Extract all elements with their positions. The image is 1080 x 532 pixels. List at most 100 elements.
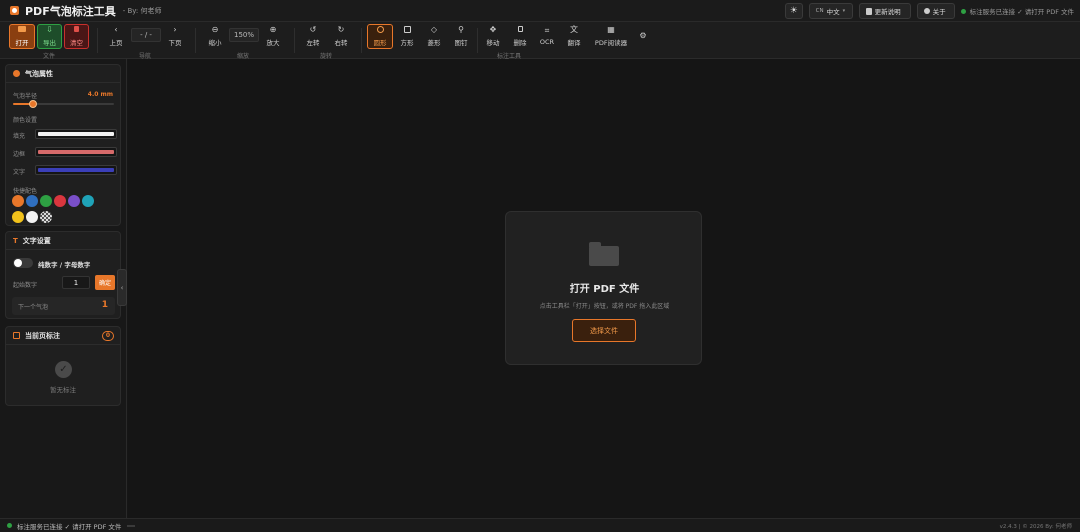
update-notes-button[interactable]: 更新说明 <box>858 3 911 19</box>
swatch-yellow[interactable] <box>12 211 24 223</box>
theme-toggle-button[interactable]: ☀ <box>784 3 803 19</box>
chevron-left-icon: ‹ <box>114 25 118 34</box>
next-bubble-label: 下一个气泡 <box>18 304 49 311</box>
check-circle-icon: ✓ <box>55 361 72 378</box>
page-indicator[interactable]: - / - <box>131 28 161 42</box>
choose-file-button[interactable]: 选择文件 <box>572 319 636 342</box>
sidebar: 气泡属性 气泡半径 4.0 mm 颜色设置 填充 边框 文字 快捷配色 T 文字… <box>0 59 127 518</box>
status-dot <box>960 8 966 14</box>
swatch-purple[interactable] <box>68 195 80 207</box>
swatch-green[interactable] <box>40 195 52 207</box>
current-annotations-title: 当前页标注 <box>25 331 60 340</box>
fill-color-swatch <box>38 132 114 136</box>
next-bubble-row: 下一个气泡 1 <box>12 297 115 315</box>
color-section-label: 颜色设置 <box>13 117 38 124</box>
square-tool-label: 方形 <box>400 39 414 47</box>
next-page-button[interactable]: › 下页 <box>162 24 188 49</box>
number-mode-label: 纯数字 / 字母数字 <box>38 261 91 269</box>
number-mode-toggle[interactable] <box>13 258 33 268</box>
annotation-count-badge: 0 <box>102 331 114 341</box>
app-logo-icon <box>10 6 19 15</box>
rotate-right-button[interactable]: ↻ 右转 <box>328 24 354 49</box>
sun-icon: ☀ <box>789 6 798 16</box>
swatch-transparent[interactable] <box>40 211 52 223</box>
rotate-left-button[interactable]: ↺ 左转 <box>300 24 326 49</box>
sidebar-collapse-handle[interactable]: ‹ <box>117 269 127 306</box>
settings-button[interactable]: ⚙ <box>635 24 651 49</box>
open-button[interactable]: 打开 <box>9 24 35 49</box>
start-number-input[interactable]: 1 <box>62 276 90 289</box>
fill-color-picker[interactable] <box>35 129 117 139</box>
language-flag: CN <box>815 8 824 14</box>
about-label: 关于 <box>932 8 946 16</box>
trash-icon <box>74 26 79 35</box>
text-color-label: 文字 <box>13 169 26 176</box>
ocr-tool-button[interactable]: ⌗ OCR <box>535 24 559 49</box>
zoom-in-button[interactable]: ⊕ 放大 <box>260 24 286 49</box>
update-notes-label: 更新说明 <box>874 8 901 16</box>
zoom-out-button[interactable]: ⊖ 缩小 <box>202 24 228 49</box>
circle-tool-label: 圆形 <box>373 39 387 47</box>
swatch-teal[interactable] <box>82 195 94 207</box>
clear-button[interactable]: 清空 <box>64 24 89 49</box>
swatch-orange[interactable] <box>12 195 24 207</box>
document-icon <box>865 7 872 15</box>
version-text: v2.4.3 | © 2026 By: 何老师 <box>999 524 1072 530</box>
rotate-right-label: 右转 <box>334 39 348 47</box>
border-color-picker[interactable] <box>35 147 117 157</box>
pin-tool-label: 图钉 <box>454 39 468 47</box>
move-tool-label: 移动 <box>486 39 500 47</box>
prev-page-button[interactable]: ‹ 上页 <box>103 24 129 49</box>
title-bar: PDF气泡标注工具 - By: 何老师 ☀ CN 中文 ▾ 更新说明 关于 标注… <box>0 0 1080 22</box>
radius-slider[interactable] <box>13 100 114 108</box>
pdf-drop-zone[interactable]: 打开 PDF 文件 点击工具栏「打开」按钮，或将 PDF 拖入此区域 选择文件 <box>505 211 702 365</box>
zoom-level[interactable]: 150% <box>229 28 259 42</box>
text-color-picker[interactable] <box>35 165 117 175</box>
drop-zone-title: 打开 PDF 文件 <box>569 284 640 295</box>
list-icon <box>13 332 20 339</box>
square-tool-button[interactable]: 方形 <box>395 24 419 49</box>
pin-tool-button[interactable]: ⚲ 图钉 <box>449 24 473 49</box>
confirm-button[interactable]: 确定 <box>95 275 115 290</box>
about-button[interactable]: 关于 <box>916 3 955 19</box>
zoom-in-label: 放大 <box>266 39 280 47</box>
text-settings-title: 文字设置 <box>22 236 51 245</box>
diamond-tool-button[interactable]: ◇ 菱形 <box>422 24 446 49</box>
move-icon: ✥ <box>489 25 497 34</box>
next-page-label: 下页 <box>168 39 182 47</box>
zoom-level-value: 150% <box>233 31 254 39</box>
confirm-label: 确定 <box>98 280 111 287</box>
swatch-white[interactable] <box>26 211 38 223</box>
folder-icon <box>589 242 619 266</box>
swatch-red[interactable] <box>54 195 66 207</box>
swatch-blue[interactable] <box>26 195 38 207</box>
delete-tool-button[interactable]: 删除 <box>508 24 532 49</box>
radius-slider-thumb[interactable] <box>29 100 38 108</box>
current-annotations-header: 当前页标注 0 <box>6 327 120 345</box>
pdf-reader-button[interactable]: ▦ PDF阅读器 <box>590 24 632 49</box>
status-bar: 标注服务已连接 ✓ 请打开 PDF 文件 v2.4.3 | © 2026 By:… <box>0 518 1080 532</box>
export-button[interactable]: ⇩ 导出 <box>37 24 62 49</box>
circle-tool-button[interactable]: 圆形 <box>367 24 393 49</box>
pdf-reader-label: PDF阅读器 <box>594 39 628 47</box>
gear-icon: ⚙ <box>639 31 647 40</box>
circle-icon <box>376 26 384 35</box>
rotate-left-icon: ↺ <box>309 25 317 34</box>
info-icon <box>923 8 930 14</box>
delete-tool-label: 删除 <box>513 39 527 47</box>
open-label: 打开 <box>15 39 29 47</box>
rotate-left-label: 左转 <box>306 39 320 47</box>
translate-tool-button[interactable]: 文 翻译 <box>562 24 586 49</box>
start-number-label: 起始数字 <box>13 282 38 289</box>
connection-status-text: 标注服务已连接 ✓ 请打开 PDF 文件 <box>969 8 1074 16</box>
empty-annotations-text: 暂无标注 <box>50 386 76 394</box>
language-select[interactable]: CN 中文 ▾ <box>808 3 853 19</box>
export-icon: ⇩ <box>46 25 53 34</box>
zoom-out-label: 缩小 <box>208 39 222 47</box>
status-bar-text: 标注服务已连接 ✓ 请打开 PDF 文件 <box>17 522 122 531</box>
bubble-properties-title: 气泡属性 <box>25 69 53 78</box>
rotate-right-icon: ↻ <box>337 25 345 34</box>
app-author: - By: 何老师 <box>122 6 162 15</box>
move-tool-button[interactable]: ✥ 移动 <box>481 24 505 49</box>
diamond-tool-label: 菱形 <box>427 39 441 47</box>
